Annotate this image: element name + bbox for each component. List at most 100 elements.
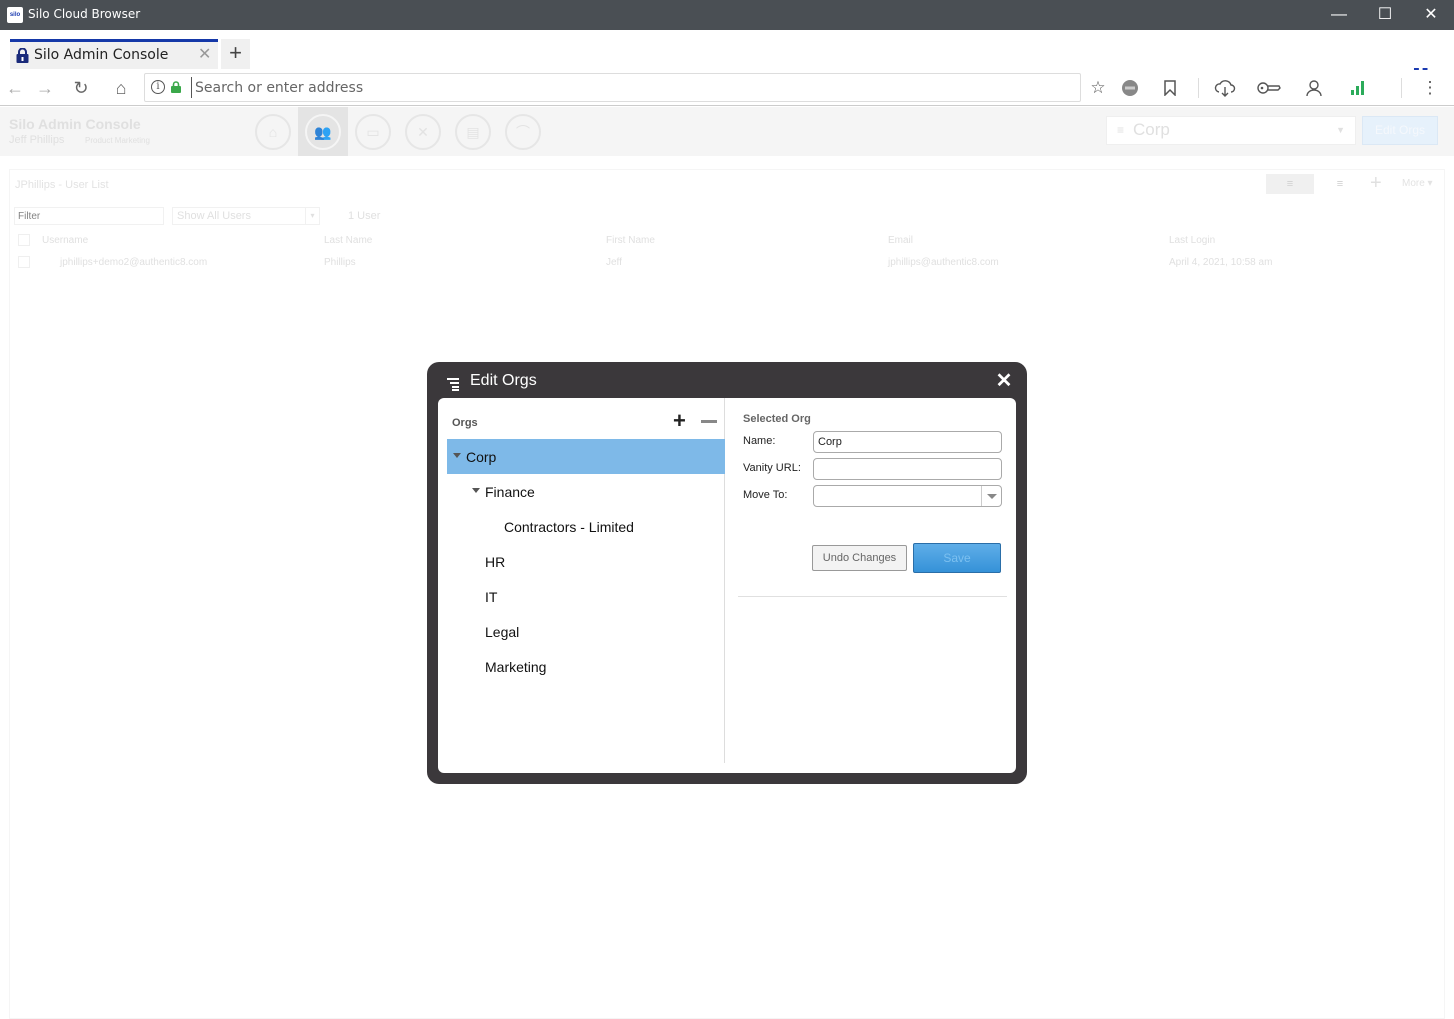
address-bar[interactable]: i	[144, 73, 1081, 102]
block-icon[interactable]	[1118, 76, 1142, 100]
add-user-button[interactable]: +	[1370, 172, 1382, 195]
window-icon[interactable]: ▭	[355, 114, 391, 150]
org-tree-icon	[447, 378, 459, 391]
org-tree-item-label: Corp	[466, 449, 497, 465]
select-all-checkbox[interactable]	[18, 234, 30, 246]
column-username[interactable]: Username	[42, 235, 88, 246]
org-tree-item-label: Contractors - Limited	[504, 519, 634, 535]
user-filter-value: Show All Users	[177, 210, 251, 222]
lock-icon	[16, 48, 29, 63]
caret-down-icon[interactable]	[453, 453, 461, 458]
toolbar-divider	[1198, 78, 1199, 98]
org-selector[interactable]: ≡ Corp ▼	[1106, 116, 1356, 145]
tools-icon[interactable]: ✕	[405, 114, 441, 150]
org-tree-item[interactable]: Contractors - Limited	[447, 509, 725, 544]
cloud-download-icon[interactable]	[1213, 76, 1237, 100]
navigation-toolbar: ← → ↻ ⌂ i ☆ ⋮	[0, 70, 1454, 106]
tab-close-icon[interactable]: ✕	[198, 44, 211, 64]
selected-org-heading: Selected Org	[743, 413, 811, 425]
column-last-name[interactable]: Last Name	[324, 235, 372, 246]
tab-title: Silo Admin Console	[34, 47, 169, 63]
app-department: Product Marketing	[85, 136, 150, 145]
app-header: Silo Admin Console Jeff Phillips Product…	[0, 107, 1454, 156]
dialog-body: Orgs + Corp Finance Contractors - Limited H…	[438, 398, 1016, 773]
toolbar-divider	[1401, 78, 1402, 98]
org-tree-item[interactable]: IT	[447, 579, 725, 614]
org-tree: Corp Finance Contractors - Limited HR IT Lega…	[447, 439, 725, 684]
list-view-button[interactable]: ≡	[1316, 174, 1364, 194]
home-icon[interactable]: ⌂	[255, 114, 291, 150]
table-header: Username Last Name First Name Email Last…	[14, 230, 1442, 252]
org-tree-item-label: IT	[485, 589, 498, 605]
chevron-down-icon: ▾	[305, 208, 319, 224]
user-icon[interactable]	[1302, 76, 1326, 100]
signal-icon[interactable]	[1346, 76, 1370, 100]
org-tree-item-label: Marketing	[485, 659, 547, 675]
org-tree-item[interactable]: Finance	[447, 474, 725, 509]
last-name-cell: Phillips	[324, 257, 356, 268]
app-user-name: Jeff Phillips	[9, 134, 65, 146]
bookmark-icon[interactable]	[1158, 76, 1182, 100]
key-icon[interactable]	[1257, 76, 1281, 100]
forward-button[interactable]: →	[33, 76, 57, 100]
divider	[738, 596, 1007, 597]
org-tree-item[interactable]: Marketing	[447, 649, 725, 684]
address-input[interactable]	[191, 77, 1071, 98]
email-cell: jphillips@authentic8.com	[888, 257, 999, 268]
panel-title: JPhillips - User List	[15, 179, 109, 191]
selected-org-pane: Selected Org Name: Vanity URL: Move To: …	[730, 398, 1010, 763]
add-org-button[interactable]: +	[673, 410, 686, 432]
org-name-input[interactable]	[813, 431, 1002, 453]
reports-icon[interactable]: ▤	[455, 114, 491, 150]
vanity-url-label: Vanity URL:	[743, 462, 801, 474]
more-menu-button[interactable]: More ▾	[1402, 178, 1433, 189]
reload-button[interactable]: ↻	[69, 76, 93, 100]
row-checkbox[interactable]	[18, 256, 30, 268]
menu-icon[interactable]: ⋮	[1418, 76, 1442, 100]
column-email[interactable]: Email	[888, 235, 913, 246]
back-button[interactable]: ←	[3, 76, 27, 100]
maximize-button[interactable]: ☐	[1362, 0, 1408, 30]
column-first-name[interactable]: First Name	[606, 235, 655, 246]
remove-org-button[interactable]	[701, 412, 717, 430]
vanity-url-input[interactable]	[813, 458, 1002, 480]
save-button[interactable]: Save	[913, 543, 1001, 573]
minimize-button[interactable]: —	[1316, 0, 1362, 30]
new-tab-button[interactable]: +	[221, 39, 250, 69]
first-name-cell: Jeff	[606, 257, 622, 268]
tree-view-button[interactable]: ≡	[1266, 174, 1314, 194]
chevron-down-icon[interactable]	[981, 486, 1001, 506]
close-window-button[interactable]: ✕	[1408, 0, 1454, 30]
home-button[interactable]: ⌂	[109, 76, 133, 100]
org-selector-value: Corp	[1133, 120, 1170, 139]
move-to-select[interactable]	[813, 485, 1002, 507]
info-icon[interactable]: i	[151, 80, 165, 94]
org-tree-item[interactable]: Legal	[447, 614, 725, 649]
undo-changes-button[interactable]: Undo Changes	[812, 545, 907, 571]
window-title: Silo Cloud Browser	[28, 7, 141, 21]
move-to-label: Move To:	[743, 489, 788, 501]
orgs-pane: Orgs + Corp Finance Contractors - Limited H…	[438, 398, 725, 763]
tab-silo-admin-console[interactable]: Silo Admin Console ✕	[10, 39, 218, 69]
table-row[interactable]: jphillips+demo2@authentic8.com Phillips …	[14, 252, 1442, 274]
last-login-cell: April 4, 2021, 10:58 am	[1169, 257, 1273, 268]
chart-icon[interactable]: ⌒	[505, 114, 541, 150]
column-last-login[interactable]: Last Login	[1169, 235, 1215, 246]
tab-strip: Silo Admin Console ✕ + silo	[0, 30, 1454, 96]
org-tree-item-label: HR	[485, 554, 506, 570]
orgs-label: Orgs	[452, 417, 478, 429]
close-icon[interactable]: ✕	[994, 370, 1014, 392]
window-titlebar: silo Silo Cloud Browser — ☐ ✕	[0, 0, 1454, 30]
filter-input[interactable]	[14, 207, 164, 225]
chevron-down-icon: ▼	[1336, 125, 1345, 135]
edit-orgs-button[interactable]: Edit Orgs	[1362, 116, 1438, 145]
caret-down-icon[interactable]	[472, 488, 480, 493]
name-label: Name:	[743, 435, 776, 447]
org-tree-item[interactable]: Corp	[447, 439, 725, 474]
star-icon[interactable]: ☆	[1086, 76, 1110, 100]
user-count: 1 User	[348, 210, 381, 222]
org-tree-item[interactable]: HR	[447, 544, 725, 579]
users-icon[interactable]: 👥	[305, 114, 341, 150]
user-filter-select[interactable]: Show All Users ▾	[172, 207, 320, 225]
org-tree-item-label: Finance	[485, 484, 535, 500]
